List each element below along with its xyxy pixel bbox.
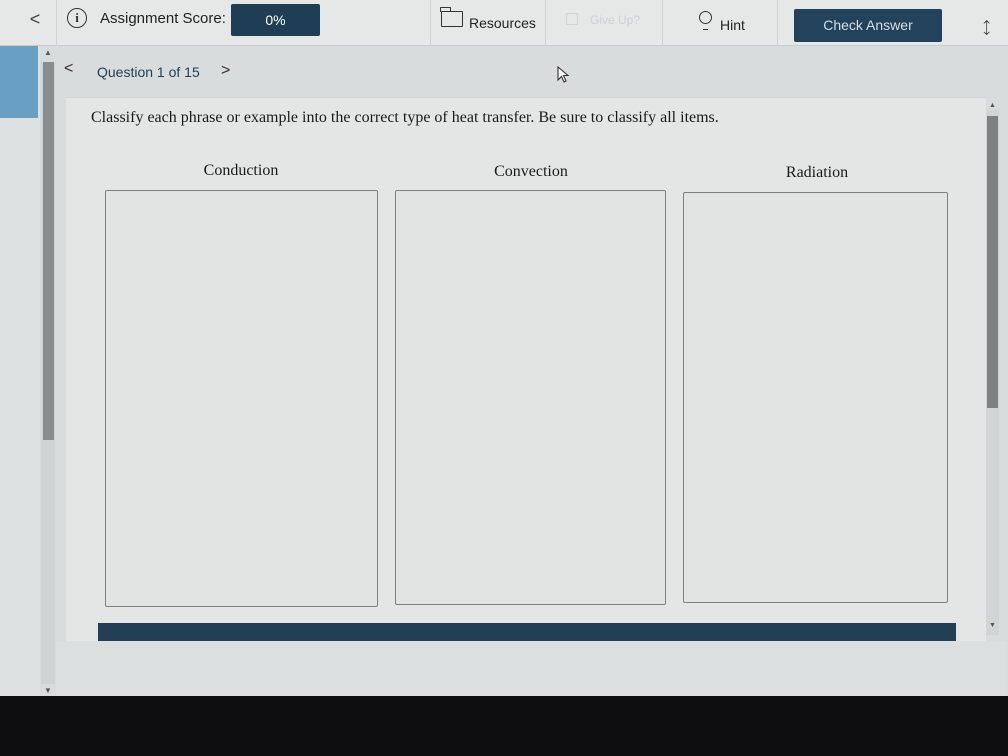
assignment-score-value: 0% xyxy=(231,4,320,36)
question-counter: Question 1 of 15 xyxy=(97,64,200,80)
right-scrollbar-thumb[interactable] xyxy=(987,116,998,408)
toolbar-divider xyxy=(662,0,663,46)
left-rail xyxy=(0,46,40,696)
scroll-down-arrow-icon[interactable]: ▼ xyxy=(986,622,999,629)
lightbulb-icon[interactable] xyxy=(699,11,712,30)
drop-zone-convection[interactable] xyxy=(395,190,666,605)
bottom-strip xyxy=(56,641,1006,696)
category-heading-radiation: Radiation xyxy=(785,164,849,181)
assignment-score-label: Assignment Score: xyxy=(100,10,226,27)
info-icon[interactable]: i xyxy=(67,8,87,28)
toolbar-divider xyxy=(777,0,778,46)
check-answer-button[interactable]: Check Answer xyxy=(794,9,942,42)
back-button[interactable]: < xyxy=(24,8,46,30)
folder-icon[interactable] xyxy=(440,7,463,27)
flag-icon xyxy=(566,13,578,25)
question-prompt: Classify each phrase or example into the… xyxy=(91,109,719,126)
cursor-icon xyxy=(557,66,570,83)
left-scrollbar-thumb[interactable] xyxy=(43,62,54,440)
scroll-up-arrow-icon[interactable]: ▲ xyxy=(986,102,999,109)
give-up-button[interactable]: Give Up? xyxy=(590,13,640,27)
toolbar-divider xyxy=(56,0,57,46)
hint-button[interactable]: Hint xyxy=(720,17,745,33)
next-question-button[interactable]: > xyxy=(221,62,230,80)
drop-zone-radiation[interactable] xyxy=(683,192,948,603)
drop-zone-conduction[interactable] xyxy=(105,190,378,607)
toolbar-divider xyxy=(430,0,431,46)
resources-button[interactable]: Resources xyxy=(469,15,536,31)
toolbar-divider xyxy=(545,0,546,46)
scroll-down-arrow-icon[interactable]: ▼ xyxy=(41,686,55,696)
screen-bezel xyxy=(0,696,1008,756)
scroll-up-arrow-icon[interactable]: ▲ xyxy=(41,48,55,58)
left-rail-tab[interactable] xyxy=(0,46,38,118)
category-heading-conduction: Conduction xyxy=(203,162,279,179)
category-heading-convection: Convection xyxy=(494,163,568,180)
item-tray-bar[interactable] xyxy=(98,623,956,641)
previous-question-button[interactable]: < xyxy=(64,60,73,78)
